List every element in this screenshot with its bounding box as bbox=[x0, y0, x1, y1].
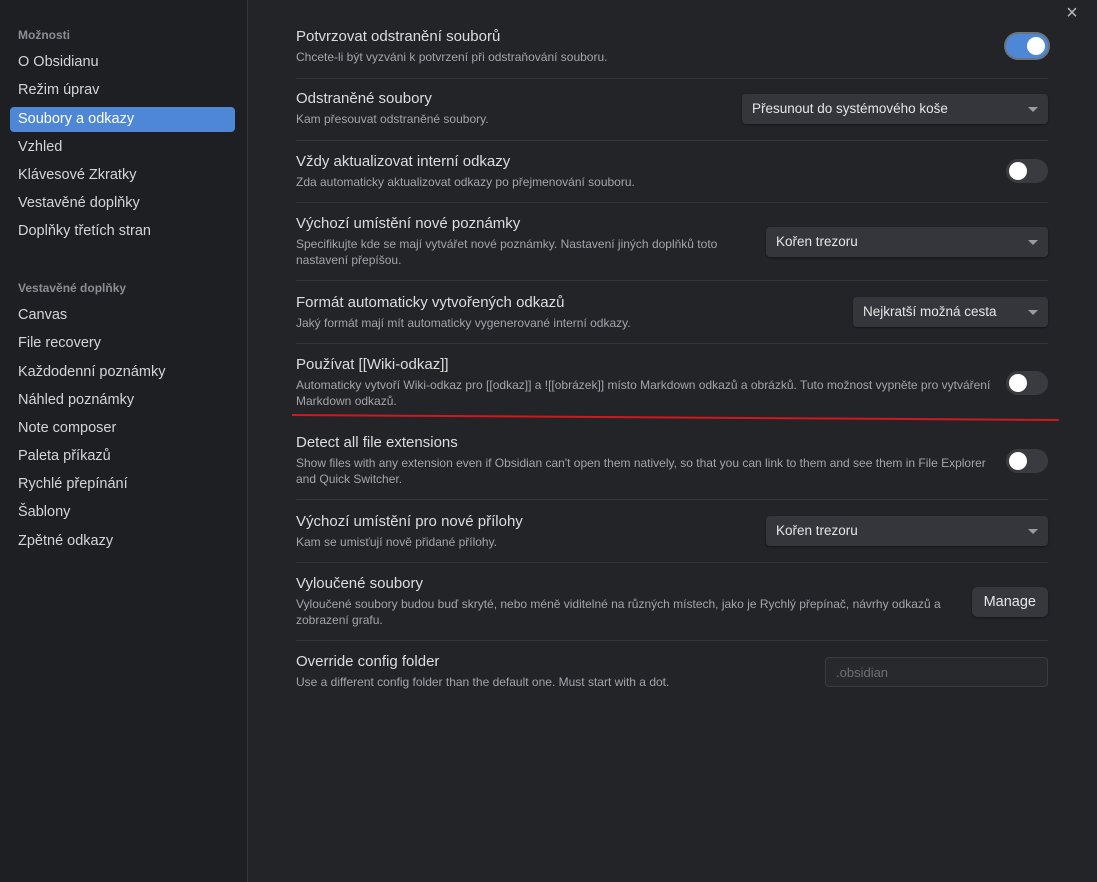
setting-excluded-files: Vyloučené soubory Vyloučené soubory budo… bbox=[296, 574, 1048, 632]
setting-description: Jaký formát mají mít automaticky vygener… bbox=[296, 316, 631, 330]
toggle-knob bbox=[1009, 162, 1027, 180]
setting-description: Kam se umisťují nově přidané přílohy. bbox=[296, 535, 498, 549]
toggle-knob bbox=[1009, 452, 1027, 470]
sidebar-item-templates[interactable]: Šablony bbox=[10, 500, 235, 525]
sidebar-item-backlinks[interactable]: Zpětné odkazy bbox=[10, 529, 235, 554]
setting-title: Formát automaticky vytvořených odkazů bbox=[296, 294, 565, 311]
attachment-location-dropdown[interactable]: Kořen trezoru bbox=[766, 516, 1048, 546]
setting-use-wikilinks: Používat [[Wiki-odkaz]] Automaticky vytv… bbox=[296, 355, 1048, 413]
sidebar-item-command-palette[interactable]: Paleta příkazů bbox=[10, 444, 235, 469]
setting-title: Potvrzovat odstranění souborů bbox=[296, 28, 501, 45]
sidebar-header-options: Možnosti bbox=[18, 28, 70, 42]
setting-description: Vyloučené soubory budou buď skryté, nebo… bbox=[296, 597, 941, 627]
divider bbox=[296, 640, 1048, 641]
setting-new-note-location: Výchozí umístění nové poznámky Specifiku… bbox=[296, 214, 1048, 272]
sidebar-item-community-plugins[interactable]: Doplňky třetích stran bbox=[10, 219, 235, 244]
chevron-down-icon bbox=[1028, 107, 1038, 112]
setting-title: Výchozí umístění pro nové přílohy bbox=[296, 513, 523, 530]
setting-title: Výchozí umístění nové poznámky bbox=[296, 215, 521, 232]
divider bbox=[296, 343, 1048, 344]
deleted-files-dropdown[interactable]: Přesunout do systémového koše bbox=[742, 94, 1048, 124]
sidebar-item-editor[interactable]: Režim úprav bbox=[10, 78, 235, 103]
setting-description: Show files with any extension even if Ob… bbox=[296, 456, 986, 486]
detect-all-extensions-toggle[interactable] bbox=[1006, 449, 1048, 473]
manage-button[interactable]: Manage bbox=[971, 587, 1048, 617]
annotation-underline bbox=[292, 414, 1059, 421]
dropdown-value: Kořen trezoru bbox=[776, 234, 858, 249]
divider bbox=[296, 280, 1048, 281]
setting-override-config-folder: Override config folder Use a different c… bbox=[296, 652, 1048, 696]
setting-description: Specifikujte kde se mají vytvářet nové p… bbox=[296, 237, 718, 267]
setting-title: Override config folder bbox=[296, 653, 440, 670]
setting-auto-update-links: Vždy aktualizovat interní odkazy Zda aut… bbox=[296, 152, 1048, 196]
settings-sidebar: Možnosti O Obsidianu Režim úprav Soubory… bbox=[0, 0, 248, 882]
setting-description: Use a different config folder than the d… bbox=[296, 675, 670, 689]
sidebar-item-about[interactable]: O Obsidianu bbox=[10, 50, 235, 75]
setting-description: Chcete-li být vyzváni k potvrzení při od… bbox=[296, 50, 608, 64]
sidebar-item-canvas[interactable]: Canvas bbox=[10, 303, 235, 328]
sidebar-item-files-links[interactable]: Soubory a odkazy bbox=[10, 107, 235, 132]
setting-description: Kam přesouvat odstraněné soubory. bbox=[296, 112, 489, 126]
divider bbox=[296, 202, 1048, 203]
setting-title: Vyloučené soubory bbox=[296, 575, 424, 592]
setting-title: Používat [[Wiki-odkaz]] bbox=[296, 356, 449, 373]
config-folder-input[interactable] bbox=[825, 657, 1048, 687]
setting-title: Vždy aktualizovat interní odkazy bbox=[296, 153, 511, 170]
setting-deleted-files: Odstraněné soubory Kam přesouvat odstran… bbox=[296, 89, 1048, 133]
setting-description: Zda automaticky aktualizovat odkazy po p… bbox=[296, 175, 635, 189]
dropdown-value: Kořen trezoru bbox=[776, 523, 858, 538]
setting-title: Detect all file extensions bbox=[296, 434, 458, 451]
auto-update-links-toggle[interactable] bbox=[1006, 159, 1048, 183]
setting-link-format: Formát automaticky vytvořených odkazů Ja… bbox=[296, 293, 1048, 337]
dropdown-value: Nejkratší možná cesta bbox=[863, 304, 997, 319]
close-icon[interactable]: × bbox=[1061, 3, 1083, 25]
divider bbox=[296, 562, 1048, 563]
confirm-delete-toggle[interactable] bbox=[1006, 34, 1048, 58]
toggle-knob bbox=[1027, 37, 1045, 55]
toggle-knob bbox=[1009, 374, 1027, 392]
sidebar-item-daily-notes[interactable]: Každodenní poznámky bbox=[10, 360, 235, 385]
chevron-down-icon bbox=[1028, 310, 1038, 315]
settings-content: × Potvrzovat odstranění souborů Chcete-l… bbox=[248, 0, 1097, 882]
sidebar-item-hotkeys[interactable]: Klávesové Zkratky bbox=[10, 163, 235, 188]
sidebar-item-appearance[interactable]: Vzhled bbox=[10, 135, 235, 160]
setting-attachment-location: Výchozí umístění pro nové přílohy Kam se… bbox=[296, 512, 1048, 556]
setting-description: Automaticky vytvoří Wiki-odkaz pro [[odk… bbox=[296, 378, 991, 408]
divider bbox=[296, 140, 1048, 141]
new-note-location-dropdown[interactable]: Kořen trezoru bbox=[766, 227, 1048, 257]
sidebar-item-page-preview[interactable]: Náhled poznámky bbox=[10, 388, 235, 413]
sidebar-item-note-composer[interactable]: Note composer bbox=[10, 416, 235, 441]
chevron-down-icon bbox=[1028, 240, 1038, 245]
settings-window: Možnosti O Obsidianu Režim úprav Soubory… bbox=[0, 0, 1097, 882]
divider bbox=[296, 499, 1048, 500]
sidebar-item-file-recovery[interactable]: File recovery bbox=[10, 331, 235, 356]
sidebar-item-core-plugins[interactable]: Vestavěné doplňky bbox=[10, 191, 235, 216]
setting-detect-all-extensions: Detect all file extensions Show files wi… bbox=[296, 433, 1048, 491]
link-format-dropdown[interactable]: Nejkratší možná cesta bbox=[853, 297, 1048, 327]
sidebar-header-core-plugins: Vestavěné doplňky bbox=[18, 281, 127, 295]
use-wikilinks-toggle[interactable] bbox=[1006, 371, 1048, 395]
divider bbox=[296, 78, 1048, 79]
dropdown-value: Přesunout do systémového koše bbox=[752, 101, 948, 116]
setting-title: Odstraněné soubory bbox=[296, 90, 432, 107]
chevron-down-icon bbox=[1028, 529, 1038, 534]
sidebar-item-quick-switcher[interactable]: Rychlé přepínání bbox=[10, 472, 235, 497]
setting-confirm-delete: Potvrzovat odstranění souborů Chcete-li … bbox=[296, 27, 1048, 71]
